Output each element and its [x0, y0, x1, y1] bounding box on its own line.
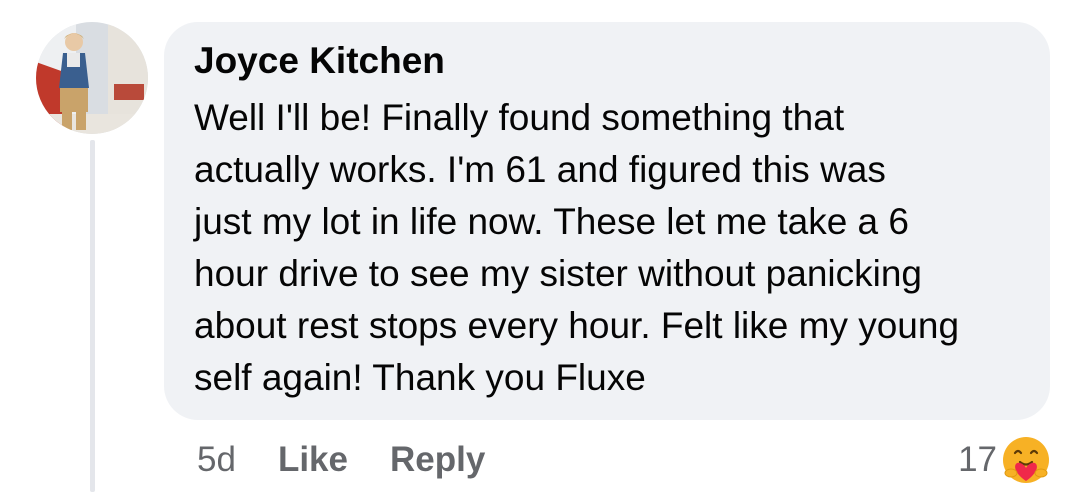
reaction-count: 17 — [958, 440, 997, 479]
comment-actions: 5d Like Reply — [197, 438, 527, 482]
comment-timestamp[interactable]: 5d — [197, 440, 236, 480]
thread-line — [90, 140, 95, 492]
reply-button[interactable]: Reply — [390, 440, 485, 480]
profile-photo-icon — [36, 22, 148, 134]
comment-root: Joyce Kitchen Well I'll be! Finally foun… — [0, 0, 1091, 497]
reaction-summary[interactable]: 17 — [958, 432, 1053, 488]
comment-author[interactable]: Joyce Kitchen — [194, 40, 445, 82]
care-reaction-icon — [1000, 434, 1052, 486]
comment-bubble: Joyce Kitchen Well I'll be! Finally foun… — [164, 22, 1050, 420]
comment-text: Well I'll be! Finally found something th… — [194, 97, 960, 398]
avatar[interactable] — [36, 22, 148, 134]
like-button[interactable]: Like — [278, 440, 348, 480]
